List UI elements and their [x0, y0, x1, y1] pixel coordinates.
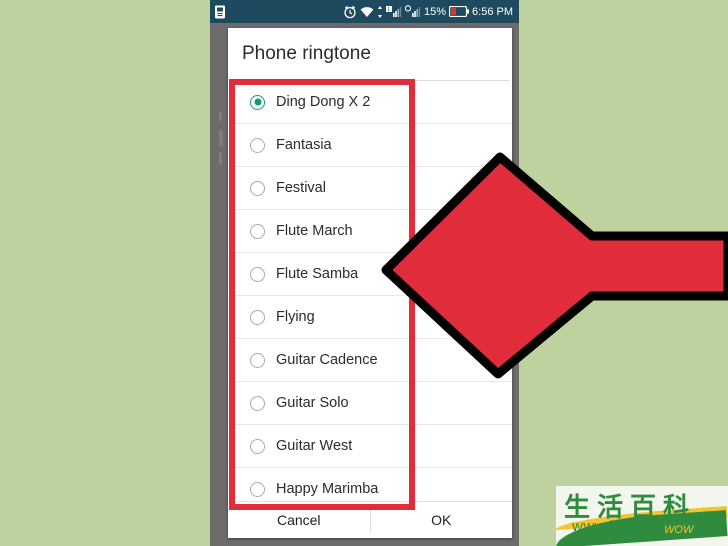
- status-bar-right-icons: 1 15% 6:56 PM: [343, 5, 513, 19]
- list-item[interactable]: Flute March: [228, 210, 512, 253]
- list-item-label: Flying: [276, 309, 315, 325]
- radio-button[interactable]: [250, 481, 265, 497]
- list-item[interactable]: Happy Marimba: [228, 468, 512, 501]
- bezel-mark: [219, 112, 222, 121]
- list-item-label: Flute Samba: [276, 266, 359, 282]
- list-item[interactable]: Guitar Solo: [228, 382, 512, 425]
- list-item-label: Guitar Cadence: [276, 352, 378, 368]
- bezel-mark: [219, 152, 222, 164]
- list-item[interactable]: Ding Dong X 2: [228, 81, 512, 124]
- cancel-button[interactable]: Cancel: [228, 502, 370, 538]
- phone-device-frame: 1 15% 6:56 PM Phone ringtone Ding Dong X…: [210, 0, 519, 546]
- radio-button[interactable]: [250, 180, 265, 196]
- radio-button[interactable]: [250, 395, 265, 411]
- dialog-title: Phone ringtone: [228, 28, 512, 80]
- signal-bars-icon: 1: [386, 5, 402, 18]
- sim-card-icon: [214, 5, 226, 19]
- status-bar: 1 15% 6:56 PM: [210, 0, 519, 23]
- clock-label: 6:56 PM: [472, 5, 513, 18]
- radio-button[interactable]: [250, 223, 265, 239]
- list-item[interactable]: Fantasia: [228, 124, 512, 167]
- radio-button-selected[interactable]: [250, 94, 265, 110]
- wifi-icon: [360, 6, 374, 18]
- ringtone-list[interactable]: Ding Dong X 2 Fantasia Festival Flute Ma…: [228, 81, 512, 501]
- list-item-label: Festival: [276, 180, 326, 196]
- dialog-button-bar: Cancel OK: [228, 501, 512, 538]
- list-item[interactable]: Guitar Cadence: [228, 339, 512, 382]
- watermark: 生活百科 www.bimeiz.com WOW: [556, 486, 728, 546]
- status-bar-left-icons: [214, 5, 226, 19]
- list-item[interactable]: Flute Samba: [228, 253, 512, 296]
- radio-button[interactable]: [250, 352, 265, 368]
- ok-button[interactable]: OK: [370, 502, 512, 538]
- alarm-clock-icon: [343, 5, 357, 19]
- list-item-label: Happy Marimba: [276, 481, 379, 497]
- battery-percent-label: 15%: [424, 5, 447, 18]
- list-item-label: Guitar West: [276, 438, 353, 454]
- watermark-tagline: WOW: [664, 524, 694, 536]
- list-item[interactable]: Festival: [228, 167, 512, 210]
- list-item[interactable]: Guitar West: [228, 425, 512, 468]
- list-item-label: Ding Dong X 2: [276, 94, 371, 110]
- svg-text:1: 1: [387, 7, 390, 13]
- list-item-label: Fantasia: [276, 137, 332, 153]
- battery-low-icon: [449, 6, 470, 17]
- radio-button[interactable]: [250, 137, 265, 153]
- list-item-label: Flute March: [276, 223, 353, 239]
- bezel-mark: [219, 130, 223, 146]
- list-item[interactable]: Flying: [228, 296, 512, 339]
- radio-button[interactable]: [250, 309, 265, 325]
- radio-button[interactable]: [250, 438, 265, 454]
- mobile-data-icon: [377, 5, 383, 18]
- radio-button[interactable]: [250, 266, 265, 282]
- list-item-label: Guitar Solo: [276, 395, 349, 411]
- ringtone-dialog: Phone ringtone Ding Dong X 2 Fantasia Fe…: [228, 28, 512, 538]
- signal-bars-secondary-icon: [405, 5, 421, 18]
